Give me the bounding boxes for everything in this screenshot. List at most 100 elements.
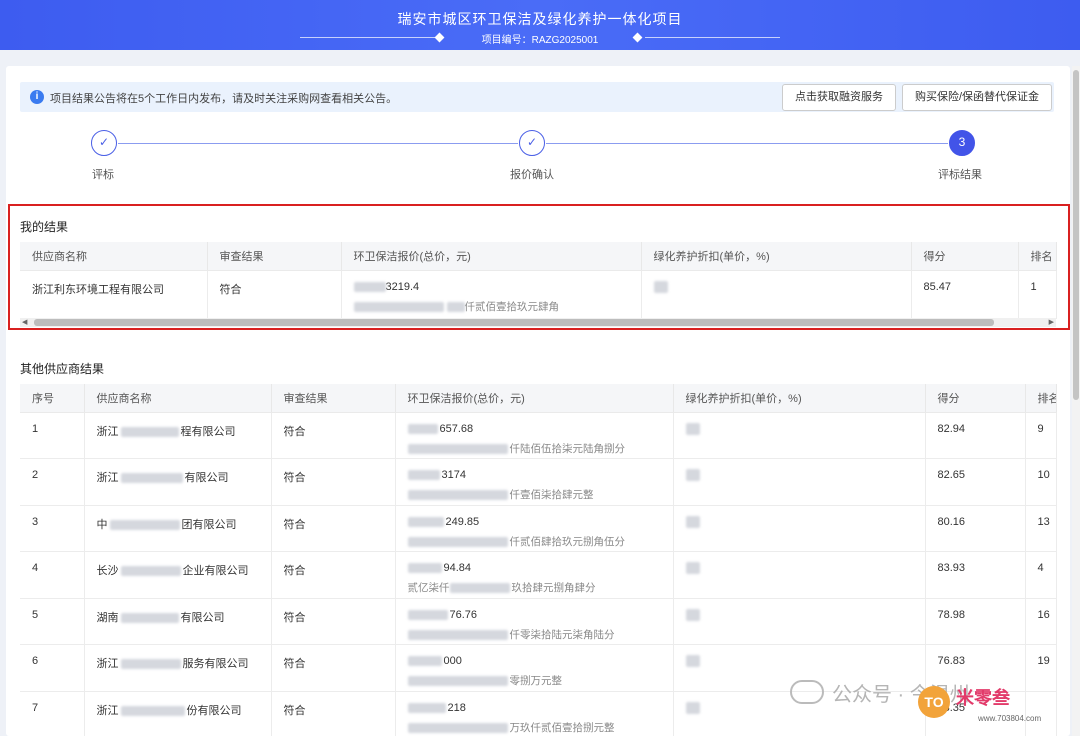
supplier-name-suffix: 份有限公司 <box>186 704 242 717</box>
scrollbar-thumb[interactable] <box>34 319 994 326</box>
rank-value: 13 <box>1037 515 1050 528</box>
redacted-block <box>407 470 440 481</box>
price-in-words: 万玖仟贰佰壹拾捌元整 <box>509 721 615 734</box>
scroll-right-icon[interactable]: ▶ <box>1049 318 1054 327</box>
redacted-block <box>446 301 465 312</box>
row-index: 6 <box>32 655 39 667</box>
rank-value: 9 <box>1037 422 1044 435</box>
price-value: 3174 <box>441 469 466 481</box>
price-value: 657.68 <box>439 422 474 435</box>
step-2-check-icon: ✓ <box>519 130 545 156</box>
rank-value: 4 <box>1037 562 1044 574</box>
horizontal-scrollbar[interactable]: ◀ ▶ <box>20 318 1056 327</box>
step-2-label: 报价确认 <box>510 169 554 181</box>
col-price: 环卫保洁报价(总价，元) <box>341 242 642 271</box>
step-3-number: 3 <box>949 130 975 156</box>
insurance-button[interactable]: 购买保险/保函替代保证金 <box>902 84 1052 111</box>
redacted-block <box>685 655 700 668</box>
col-review: 审查结果 <box>271 384 396 413</box>
supplier-name-suffix: 有限公司 <box>180 611 225 624</box>
my-result-title: 我的结果 <box>20 220 69 234</box>
redacted-block <box>120 473 183 484</box>
redacted-block <box>120 659 181 670</box>
review-result: 符合 <box>283 425 306 438</box>
col-supplier: 供应商名称 <box>20 242 208 271</box>
project-title: 瑞安市城区环卫保洁及绿化养护一体化项目 <box>397 11 683 27</box>
price-in-words: 仟贰佰肆拾玖元捌角伍分 <box>509 535 626 548</box>
supplier-name-prefix: 中 <box>96 518 108 531</box>
redacted-block <box>685 469 700 482</box>
supplier-name-prefix: 浙江 <box>96 704 119 717</box>
row-index: 7 <box>32 701 39 714</box>
my-result-table: 供应商名称 审查结果 环卫保洁报价(总价，元) 绿化养护折扣(单价，%) 得分 … <box>20 242 1057 319</box>
col-supplier: 供应商名称 <box>84 384 272 413</box>
rank-value: 1 <box>1030 280 1037 293</box>
review-result: 符合 <box>283 658 306 670</box>
table-row: 5 湖南 有限公司 符合 76.76 仟零柒拾陆元柒角陆分 78.98 16 <box>20 598 1057 645</box>
redacted-block <box>407 629 508 640</box>
price-value: 94.84 <box>443 562 472 574</box>
supplier-name-suffix: 程有限公司 <box>180 425 236 438</box>
supplier-name-suffix: 企业有限公司 <box>182 565 249 577</box>
price-in-words-prefix: 贰亿柒仟 <box>407 582 450 594</box>
review-result: 符合 <box>283 704 306 717</box>
redacted-block <box>407 490 508 501</box>
col-rank: 排名 <box>1018 242 1057 271</box>
col-score: 得分 <box>925 384 1026 413</box>
price-value: 76.76 <box>449 608 478 621</box>
redacted-block <box>407 516 444 527</box>
vertical-scrollbar[interactable] <box>1072 66 1080 736</box>
watermark: 公众号 · 今温州 TO 米零叁 www.703804.com <box>790 672 1080 736</box>
score-value: 82.65 <box>937 469 966 481</box>
vertical-scrollbar-thumb[interactable] <box>1073 70 1079 400</box>
redacted-block <box>120 612 179 623</box>
rank-value: 19 <box>1037 655 1050 667</box>
scroll-left-icon[interactable]: ◀ <box>22 318 27 327</box>
redacted-block <box>685 515 700 528</box>
price-value: 3219.4 <box>385 280 420 293</box>
redacted-block <box>407 563 442 574</box>
redacted-block <box>353 281 386 292</box>
row-index: 4 <box>32 562 39 574</box>
redacted-block <box>685 562 700 575</box>
col-score: 得分 <box>911 242 1019 271</box>
finance-service-button[interactable]: 点击获取融资服务 <box>782 84 896 111</box>
redacted-block <box>407 676 508 687</box>
others-result-title: 其他供应商结果 <box>20 362 105 376</box>
redacted-block <box>407 722 508 733</box>
review-result: 符合 <box>283 472 306 484</box>
price-value: 000 <box>443 655 462 667</box>
supplier-name-prefix: 湖南 <box>96 611 119 624</box>
redacted-block <box>449 583 510 594</box>
redacted-block <box>109 519 180 530</box>
col-index: 序号 <box>20 384 85 413</box>
redacted-block <box>120 705 185 716</box>
redacted-block <box>407 423 438 434</box>
score-value: 78.98 <box>937 608 966 621</box>
supplier-name-suffix: 服务有限公司 <box>182 658 249 670</box>
rank-value: 16 <box>1037 608 1050 621</box>
table-row: 1 浙江 程有限公司 符合 657.68 仟陆佰伍拾柒元陆角捌分 82.94 9 <box>20 412 1057 459</box>
step-3-label: 评标结果 <box>938 169 982 181</box>
step-1-label: 评标 <box>92 169 114 181</box>
review-result: 符合 <box>283 518 306 531</box>
score-value: 76.83 <box>937 655 966 667</box>
step-connector-1 <box>118 143 518 144</box>
price-value: 218 <box>447 701 466 714</box>
table-row: 浙江利东环境工程有限公司 符合 3219.4 仟贰佰壹拾玖元肆角 85.47 1 <box>20 270 1057 319</box>
redacted-block <box>407 656 442 667</box>
redacted-block <box>407 609 448 620</box>
row-index: 3 <box>32 515 39 528</box>
redacted-block <box>653 280 668 293</box>
col-rank: 排名 <box>1025 384 1057 413</box>
price-value: 249.85 <box>445 515 480 528</box>
col-discount: 绿化养护折扣(单价，%) <box>673 384 926 413</box>
step-1-check-icon: ✓ <box>91 130 117 156</box>
redacted-block <box>407 536 508 547</box>
review-result: 符合 <box>219 283 242 296</box>
redacted-block <box>685 701 700 714</box>
project-header: 瑞安市城区环卫保洁及绿化养护一体化项目 项目编号：RAZG2025001 <box>0 0 1080 50</box>
price-in-words: 零捌万元整 <box>509 675 563 687</box>
price-in-words: 仟贰佰壹拾玖元肆角 <box>464 300 560 313</box>
progress-steps: ✓ ✓ 3 评标 报价确认 评标结果 <box>6 124 1070 194</box>
